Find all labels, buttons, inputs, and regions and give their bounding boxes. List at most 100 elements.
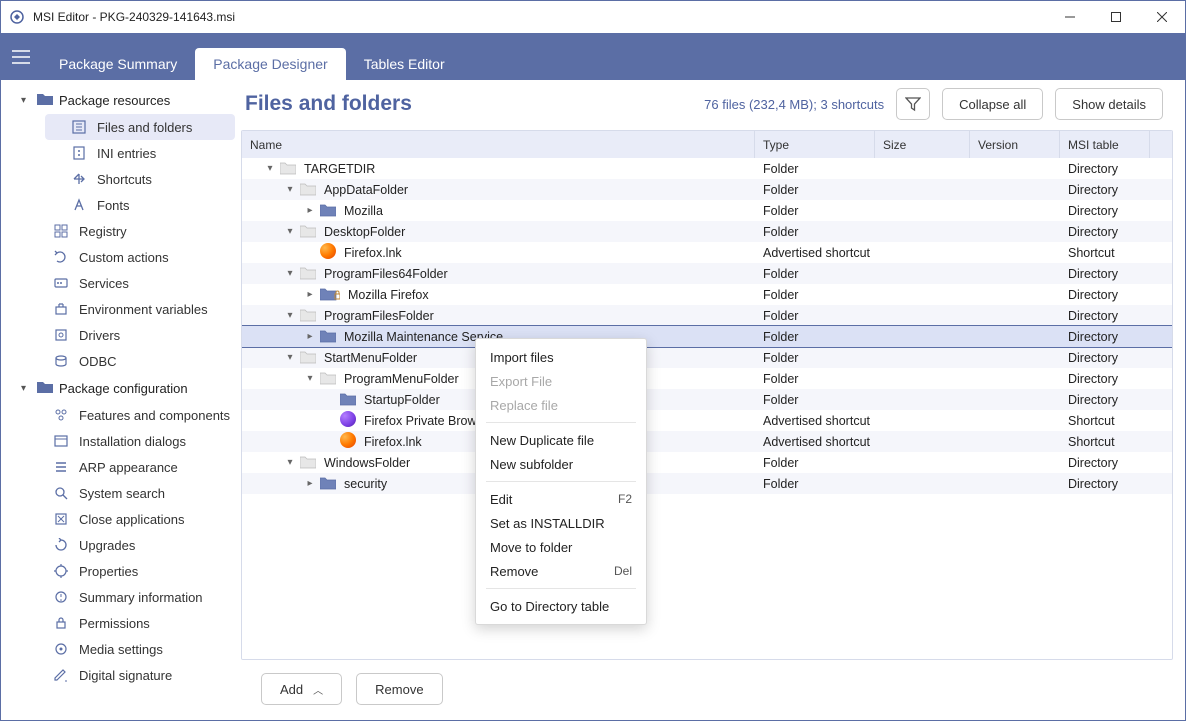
tree-chevron[interactable]: ▸: [304, 289, 316, 300]
sidebar-item[interactable]: INI entries: [45, 140, 235, 166]
tree-chevron[interactable]: ▾: [284, 457, 296, 468]
table-row[interactable]: ▾WindowsFolderFolderDirectory: [242, 452, 1172, 473]
nav-group-config[interactable]: ▾ Package configuration: [1, 374, 241, 402]
row-icon: [340, 411, 356, 430]
tree-chevron[interactable]: ▾: [264, 163, 276, 174]
table-row[interactable]: ▸Mozilla Maintenance ServiceFolderDirect…: [242, 326, 1172, 347]
tree-chevron[interactable]: ▾: [304, 373, 316, 384]
tree-chevron[interactable]: ▾: [284, 310, 296, 321]
sidebar-item[interactable]: Properties: [45, 558, 235, 584]
close-button[interactable]: [1139, 1, 1185, 33]
table-row[interactable]: Firefox.lnkAdvertised shortcutShortcut: [242, 242, 1172, 263]
column-size[interactable]: Size: [875, 131, 970, 158]
sidebar-item[interactable]: Fonts: [45, 192, 235, 218]
chevron-down-icon: ▾: [21, 383, 31, 394]
tab-tables-editor[interactable]: Tables Editor: [346, 48, 463, 80]
menu-separator: [486, 422, 636, 423]
row-icon: [320, 372, 336, 385]
column-type[interactable]: Type: [755, 131, 875, 158]
hamburger-button[interactable]: [1, 33, 41, 80]
row-table: Directory: [1060, 351, 1150, 365]
table-row[interactable]: ▾ProgramFilesFolderFolderDirectory: [242, 305, 1172, 326]
sidebar-item[interactable]: Digital signature: [45, 662, 235, 688]
sidebar-item[interactable]: Media settings: [45, 636, 235, 662]
menu-remove[interactable]: RemoveDel: [476, 559, 646, 583]
sidebar-item[interactable]: ODBC: [45, 348, 235, 374]
row-type: Folder: [755, 477, 875, 491]
sidebar-item[interactable]: Shortcuts: [45, 166, 235, 192]
sidebar-item[interactable]: Summary information: [45, 584, 235, 610]
tree-chevron[interactable]: ▾: [284, 268, 296, 279]
sidebar-item[interactable]: Close applications: [45, 506, 235, 532]
menu-replace-file: Replace file: [476, 393, 646, 417]
table-row[interactable]: ▸MozillaFolderDirectory: [242, 200, 1172, 221]
table-row[interactable]: ▸securityFolderDirectory: [242, 473, 1172, 494]
maximize-button[interactable]: [1093, 1, 1139, 33]
sidebar-item[interactable]: Drivers: [45, 322, 235, 348]
tree-chevron[interactable]: ▾: [284, 184, 296, 195]
sidebar-item[interactable]: Custom actions: [45, 244, 235, 270]
table-header: Name Type Size Version MSI table: [242, 130, 1172, 158]
remove-button[interactable]: Remove: [356, 673, 442, 705]
tab-package-designer[interactable]: Package Designer: [195, 48, 345, 80]
ribbon: Package Summary Package Designer Tables …: [1, 33, 1185, 80]
menu-new-subfolder[interactable]: New subfolder: [476, 452, 646, 476]
row-type: Advertised shortcut: [755, 435, 875, 449]
table-row[interactable]: ▾DesktopFolderFolderDirectory: [242, 221, 1172, 242]
table-row[interactable]: Firefox.lnkAdvertised shortcutShortcut: [242, 431, 1172, 452]
sidebar-item[interactable]: Permissions: [45, 610, 235, 636]
table-row[interactable]: ▾TARGETDIRFolderDirectory: [242, 158, 1172, 179]
row-type: Folder: [755, 372, 875, 386]
column-version[interactable]: Version: [970, 131, 1060, 158]
sidebar-item[interactable]: Files and folders: [45, 114, 235, 140]
row-icon: [300, 183, 316, 196]
sidebar-item[interactable]: Features and components: [45, 402, 235, 428]
tree-chevron[interactable]: ▾: [284, 352, 296, 363]
row-name: ProgramFiles64Folder: [324, 267, 448, 281]
table-row[interactable]: StartupFolderFolderDirectory: [242, 389, 1172, 410]
row-table: Directory: [1060, 372, 1150, 386]
row-icon: [320, 243, 336, 262]
menu-new-duplicate-file[interactable]: New Duplicate file: [476, 428, 646, 452]
minimize-button[interactable]: [1047, 1, 1093, 33]
row-name: Mozilla Firefox: [348, 288, 429, 302]
nav-icon: [53, 301, 69, 317]
show-details-button[interactable]: Show details: [1055, 88, 1163, 120]
table-row[interactable]: ▸Mozilla FirefoxFolderDirectory: [242, 284, 1172, 305]
tree-chevron[interactable]: ▸: [304, 478, 316, 489]
tab-package-summary[interactable]: Package Summary: [41, 48, 195, 80]
sidebar-item[interactable]: Registry: [45, 218, 235, 244]
nav-group-resources[interactable]: ▾ Package resources: [1, 86, 241, 114]
sidebar-item[interactable]: Services: [45, 270, 235, 296]
table-row[interactable]: ▾ProgramFiles64FolderFolderDirectory: [242, 263, 1172, 284]
menu-import-files[interactable]: Import files: [476, 345, 646, 369]
nav-icon: [53, 615, 69, 631]
table-row[interactable]: ▾StartMenuFolderFolderDirectory: [242, 347, 1172, 368]
nav-label: Shortcuts: [97, 172, 152, 187]
filter-button[interactable]: [896, 88, 930, 120]
nav-label: Environment variables: [79, 302, 208, 317]
tree-chevron[interactable]: ▸: [304, 331, 316, 342]
sidebar-item[interactable]: Upgrades: [45, 532, 235, 558]
add-button[interactable]: Add ︿: [261, 673, 342, 705]
sidebar-item[interactable]: Installation dialogs: [45, 428, 235, 454]
collapse-all-button[interactable]: Collapse all: [942, 88, 1043, 120]
column-name[interactable]: Name: [242, 131, 755, 158]
menu-separator: [486, 481, 636, 482]
row-table: Directory: [1060, 225, 1150, 239]
menu-move-to-folder[interactable]: Move to folder: [476, 535, 646, 559]
menu-edit[interactable]: EditF2: [476, 487, 646, 511]
sidebar-item[interactable]: System search: [45, 480, 235, 506]
tree-chevron[interactable]: ▸: [304, 205, 316, 216]
sidebar-item[interactable]: Environment variables: [45, 296, 235, 322]
sidebar-item[interactable]: ARP appearance: [45, 454, 235, 480]
menu-set-installdir[interactable]: Set as INSTALLDIR: [476, 511, 646, 535]
nav-group-label: Package configuration: [59, 381, 188, 396]
table-row[interactable]: ▾AppDataFolderFolderDirectory: [242, 179, 1172, 200]
menu-goto-directory-table[interactable]: Go to Directory table: [476, 594, 646, 618]
add-label: Add: [280, 682, 303, 697]
table-row[interactable]: ▾ProgramMenuFolderFolderDirectory: [242, 368, 1172, 389]
tree-chevron[interactable]: ▾: [284, 226, 296, 237]
table-row[interactable]: Firefox Private Browsing.lnkAdvertised s…: [242, 410, 1172, 431]
column-msi-table[interactable]: MSI table: [1060, 131, 1150, 158]
